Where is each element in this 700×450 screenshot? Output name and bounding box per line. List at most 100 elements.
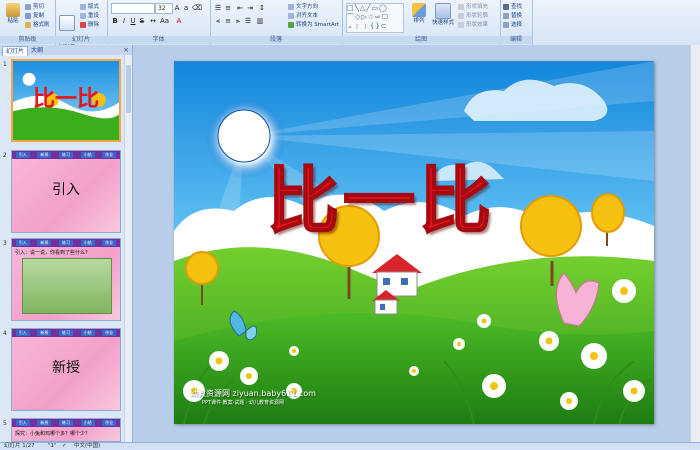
copy-button[interactable]: 复制 xyxy=(25,11,44,19)
current-slide[interactable]: 比一比 幼教资源网 ziyuan.baby611.com PPT课件·教案·试题… xyxy=(174,61,654,424)
nav-item: 练习 xyxy=(58,152,73,158)
shape-effects-button[interactable]: 形状效果 xyxy=(458,20,488,28)
thumb-navbar: 引入 新授 练习 小结 作业 xyxy=(12,329,120,337)
thumbnail-1-title: 比一比 xyxy=(32,87,99,112)
font-color-icon[interactable]: A xyxy=(175,17,183,25)
slide-thumbnail-5[interactable]: 引入 新授 练习 小结 作业 探究：小兔和鸡哪个多？哪个少？ xyxy=(11,418,121,442)
smartart-button[interactable]: 转换为 SmartArt xyxy=(288,20,339,28)
italic-icon[interactable]: I xyxy=(120,17,128,25)
thumbnail-3-title: 引入：说一说，你看到了些什么? xyxy=(15,250,88,256)
nav-item: 新授 xyxy=(37,420,52,426)
replace-button[interactable]: 替换 xyxy=(503,11,522,19)
format-painter-button[interactable]: 格式刷 xyxy=(25,20,50,28)
delete-slide-button[interactable]: 删除 xyxy=(80,20,99,28)
nav-item: 小结 xyxy=(80,330,95,336)
quick-styles-icon xyxy=(435,3,451,19)
paragraph-group: ☰ ≡ ⇤ ⇥ ↕ 文字方向 对齐文本 转换为 SmartArt ⫷ ≡ ⫸ ☰… xyxy=(210,0,343,45)
effects-icon xyxy=(458,21,464,28)
brush-icon xyxy=(25,21,31,28)
bold-icon[interactable]: B xyxy=(111,17,119,25)
fill-icon xyxy=(458,3,464,10)
paste-icon xyxy=(6,3,20,17)
nav-item: 引入 xyxy=(15,152,30,158)
align-left-icon[interactable]: ⫷ xyxy=(214,17,222,25)
arrange-button[interactable]: 排列 xyxy=(408,3,430,24)
font-name-combo[interactable] xyxy=(111,3,155,14)
slide-watermark-sub: PPT课件·教案·试题 · 幼儿教育资源网 xyxy=(202,400,285,406)
nav-item: 小结 xyxy=(80,420,95,426)
select-button[interactable]: 选择 xyxy=(503,20,522,28)
clipboard-group: 粘贴 剪切 复制 格式刷 剪贴板 xyxy=(0,0,56,45)
shape-fill-button[interactable]: 形状填充 xyxy=(458,2,488,10)
nav-item: 小结 xyxy=(80,152,95,158)
slide-number: 2 xyxy=(3,152,7,159)
nav-item: 引入 xyxy=(15,240,30,246)
nav-item: 练习 xyxy=(58,330,73,336)
decrease-indent-icon[interactable]: ⇤ xyxy=(236,4,244,12)
nav-item: 作业 xyxy=(102,330,117,336)
numbering-icon[interactable]: ≡ xyxy=(224,4,232,12)
slide-editing-area: 比一比 幼教资源网 ziyuan.baby611.com PPT课件·教案·试题… xyxy=(133,45,700,442)
shrink-font-icon[interactable]: a xyxy=(182,4,190,12)
slide-thumbnail-1[interactable]: 比一比 xyxy=(11,59,121,142)
slide-number: 1 xyxy=(3,61,7,68)
cut-button[interactable]: 剪切 xyxy=(25,2,44,10)
tab-outline[interactable]: 大纲 xyxy=(28,46,46,55)
align-text-icon xyxy=(288,12,294,19)
scrollbar-thumb[interactable] xyxy=(126,65,131,113)
paste-button[interactable]: 粘贴 xyxy=(2,3,24,24)
layout-button[interactable]: 版式 xyxy=(80,2,99,10)
slide-thumbnail-4[interactable]: 引入 新授 练习 小结 作业 新授 xyxy=(11,328,121,411)
drawing-group-label: 绘图 xyxy=(342,36,500,44)
nav-item: 新授 xyxy=(37,240,52,246)
find-button[interactable]: 查找 xyxy=(503,2,522,10)
slide-number: 5 xyxy=(3,420,7,427)
underline-icon[interactable]: U xyxy=(129,17,137,25)
line-spacing-icon[interactable]: ↕ xyxy=(258,4,266,12)
thumbnail-3-image xyxy=(22,258,112,314)
bullets-icon[interactable]: ☰ xyxy=(214,4,222,12)
grow-font-icon[interactable]: A xyxy=(173,4,181,12)
clear-format-icon[interactable]: ⌫ xyxy=(192,4,202,12)
slide-number: 4 xyxy=(3,330,7,337)
strikethrough-icon[interactable]: S xyxy=(138,17,146,25)
ribbon: 粘贴 剪切 复制 格式刷 剪贴板 新建 幻灯片 版式 重设 删除 幻灯片 32 … xyxy=(0,0,700,50)
shape-outline-button[interactable]: 形状轮廓 xyxy=(458,11,488,19)
slide-number: 3 xyxy=(3,240,7,247)
nav-item: 作业 xyxy=(102,240,117,246)
text-direction-button[interactable]: 文字方向 xyxy=(288,2,318,10)
slide-thumbnail-3[interactable]: 引入 新授 练习 小结 作业 引入：说一说，你看到了些什么? xyxy=(11,238,121,321)
delete-icon xyxy=(80,21,86,28)
arrange-icon xyxy=(412,3,426,17)
tab-slides[interactable]: 幻灯片 xyxy=(2,46,29,56)
thumbnail-scrollbar[interactable] xyxy=(124,55,132,442)
close-panel-icon[interactable]: × xyxy=(123,45,129,55)
align-right-icon[interactable]: ⫸ xyxy=(234,17,242,25)
slide-title[interactable]: 比一比 xyxy=(266,160,495,242)
change-case-icon[interactable]: Aa xyxy=(160,17,169,25)
clipboard-group-label: 剪贴板 xyxy=(0,36,55,44)
quick-styles-button[interactable]: 快速样式 xyxy=(430,3,456,26)
justify-icon[interactable]: ☰ xyxy=(244,17,252,25)
font-group: 32 A a ⌫ B I U S ↔ Aa A 字体 xyxy=(107,0,211,45)
slide-thumbnail-2[interactable]: 引入 新授 练习 小结 作业 引入 xyxy=(11,150,121,233)
editing-group-label: 编辑 xyxy=(500,36,532,44)
shapes-gallery[interactable]: □╲△╱▭◯ ⌒◇▷☆⇨☐ ⌄﹝﹞{}⊂ xyxy=(346,3,404,33)
thumb-navbar: 引入 新授 练习 小结 作业 xyxy=(12,239,120,247)
columns-icon[interactable]: ▥ xyxy=(256,17,264,25)
cursor-icon xyxy=(503,21,509,28)
slides-panel: 幻灯片 大纲 × 1 比一比 2 引入 新授 练习 小结 作业 引入 3 引入 … xyxy=(0,45,133,442)
align-text-button[interactable]: 对齐文本 xyxy=(288,11,318,19)
replace-icon xyxy=(503,12,509,19)
align-center-icon[interactable]: ≡ xyxy=(224,17,232,25)
text-direction-icon xyxy=(288,3,294,10)
scissors-icon xyxy=(25,3,31,10)
font-size-combo[interactable]: 32 xyxy=(155,3,173,14)
nav-item: 新授 xyxy=(37,152,52,158)
nav-item: 小结 xyxy=(80,240,95,246)
nav-item: 作业 xyxy=(102,152,117,158)
increase-indent-icon[interactable]: ⇥ xyxy=(246,4,254,12)
spacing-icon[interactable]: ↔ xyxy=(149,17,157,25)
reset-button[interactable]: 重设 xyxy=(80,11,99,19)
slide-scrollbar[interactable] xyxy=(690,45,700,442)
